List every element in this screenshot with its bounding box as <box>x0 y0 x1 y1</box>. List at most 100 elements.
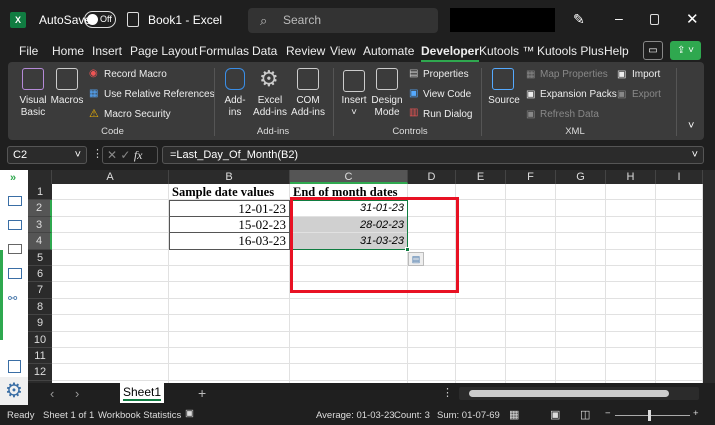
visual-basic-button[interactable]: Visual Basic <box>14 95 52 119</box>
page-break-view-icon[interactable]: ◫ <box>580 408 590 421</box>
enter-icon[interactable]: ✓ <box>120 148 130 162</box>
horizontal-scroll-thumb[interactable] <box>469 390 669 397</box>
cell-i12[interactable] <box>656 364 703 381</box>
import-button[interactable]: Import <box>632 69 660 81</box>
cell-h5[interactable] <box>606 249 656 266</box>
cell-c8[interactable] <box>290 298 408 316</box>
cell-d10[interactable] <box>408 331 456 348</box>
row-header-4[interactable]: 4 <box>28 233 52 250</box>
comments-button[interactable]: ▭ <box>643 41 663 60</box>
tab-formulas[interactable]: Formulas <box>199 44 249 58</box>
cell-d9[interactable] <box>408 315 456 332</box>
cell-b6[interactable] <box>169 266 290 283</box>
addins-button[interactable]: Add-ins <box>220 95 250 119</box>
zoom-in-button[interactable]: + <box>693 408 699 419</box>
cell-b3[interactable]: 15-02-23 <box>169 216 290 234</box>
source-button[interactable]: Source <box>487 95 521 107</box>
tab-insert[interactable]: Insert <box>92 44 122 58</box>
tab-file[interactable]: File <box>19 44 38 58</box>
worksheet-grid[interactable]: A B C D E F G H I 1 Sample date values End of month… <box>28 170 703 383</box>
cell-a5[interactable] <box>52 249 169 266</box>
cancel-icon[interactable]: ✕ <box>107 148 117 162</box>
insert-control-button[interactable]: Insert ˅ <box>338 95 370 119</box>
cell-h11[interactable] <box>606 348 656 365</box>
cell-g3[interactable] <box>556 216 606 234</box>
column-header-b[interactable]: B <box>169 170 290 184</box>
row-header-12[interactable]: 12 <box>28 364 52 381</box>
more-icon[interactable]: ⋮ <box>442 386 453 399</box>
cell-a11[interactable] <box>52 348 169 365</box>
cell-i2[interactable] <box>656 200 703 217</box>
collapse-ribbon-button[interactable]: ˅ <box>688 120 694 132</box>
workbook-icon[interactable] <box>8 196 22 206</box>
cell-e7[interactable] <box>456 282 506 299</box>
add-sheet-button[interactable]: + <box>198 385 206 401</box>
cell-b12[interactable] <box>169 364 290 381</box>
cell-g4[interactable] <box>556 233 606 250</box>
cell-b8[interactable] <box>169 298 290 316</box>
tab-developer[interactable]: Developer <box>421 44 480 62</box>
zoom-slider[interactable] <box>615 415 690 416</box>
tab-home[interactable]: Home <box>52 44 84 58</box>
cell-e12[interactable] <box>456 364 506 381</box>
autosave-toggle[interactable]: Off <box>84 11 116 28</box>
cell-c10[interactable] <box>290 331 408 348</box>
row-header-3[interactable]: 3 <box>28 216 52 234</box>
cell-h9[interactable] <box>606 315 656 332</box>
cell-i8[interactable] <box>656 298 703 316</box>
cell-i7[interactable] <box>656 282 703 299</box>
formula-input[interactable]: =Last_Day_Of_Month(B2) ˅ <box>162 146 704 164</box>
cell-g12[interactable] <box>556 364 606 381</box>
sheet-tab-sheet1[interactable]: Sheet1 <box>120 383 164 403</box>
tab-kutools[interactable]: Kutools ™ <box>479 44 534 58</box>
cell-h10[interactable] <box>606 331 656 348</box>
relative-references-button[interactable]: Use Relative References <box>104 89 215 101</box>
next-sheet-button[interactable]: › <box>75 386 79 401</box>
expansion-packs-button[interactable]: Expansion Packs <box>540 89 617 101</box>
pen-icon[interactable]: ✎ <box>573 11 585 28</box>
column-header-f[interactable]: F <box>506 170 556 184</box>
cell-e3[interactable] <box>456 216 506 234</box>
row-header-9[interactable]: 9 <box>28 315 52 332</box>
cell-a4[interactable] <box>52 233 169 250</box>
cell-g10[interactable] <box>556 331 606 348</box>
tab-help[interactable]: Help <box>604 44 629 58</box>
cell-g7[interactable] <box>556 282 606 299</box>
cell-e4[interactable] <box>456 233 506 250</box>
prev-sheet-button[interactable]: ‹ <box>50 386 54 401</box>
cell-b1[interactable]: Sample date values <box>169 184 290 201</box>
cell-f10[interactable] <box>506 331 556 348</box>
column-header-g[interactable]: G <box>556 170 606 184</box>
cell-i9[interactable] <box>656 315 703 332</box>
cell-f9[interactable] <box>506 315 556 332</box>
tab-page-layout[interactable]: Page Layout <box>130 44 197 58</box>
cell-e8[interactable] <box>456 298 506 316</box>
cell-c11[interactable] <box>290 348 408 365</box>
cell-f5[interactable] <box>506 249 556 266</box>
settings-gear-icon[interactable]: ⚙ <box>0 377 28 405</box>
cell-i10[interactable] <box>656 331 703 348</box>
maximize-button[interactable] <box>650 14 659 25</box>
cell-c12[interactable] <box>290 364 408 381</box>
find-replace-icon[interactable]: ⚯ <box>8 292 17 305</box>
run-dialog-button[interactable]: Run Dialog <box>423 109 472 121</box>
row-header-11[interactable]: 11 <box>28 348 52 365</box>
share-button[interactable]: ⇪ ˅ <box>670 41 701 60</box>
row-header-2[interactable]: 2 <box>28 200 52 217</box>
cell-f2[interactable] <box>506 200 556 217</box>
cell-a6[interactable] <box>52 266 169 283</box>
cell-i11[interactable] <box>656 348 703 365</box>
com-addins-button[interactable]: COM Add-ins <box>290 95 326 119</box>
excel-addins-button[interactable]: Excel Add-ins <box>252 95 288 119</box>
cell-a7[interactable] <box>52 282 169 299</box>
cell-h4[interactable] <box>606 233 656 250</box>
cell-h12[interactable] <box>606 364 656 381</box>
cell-f7[interactable] <box>506 282 556 299</box>
row-header-10[interactable]: 10 <box>28 331 52 348</box>
cell-g11[interactable] <box>556 348 606 365</box>
row-header-7[interactable]: 7 <box>28 282 52 299</box>
cell-b10[interactable] <box>169 331 290 348</box>
cell-a10[interactable] <box>52 331 169 348</box>
save-icon[interactable] <box>127 12 139 27</box>
row-header-1[interactable]: 1 <box>28 184 52 201</box>
